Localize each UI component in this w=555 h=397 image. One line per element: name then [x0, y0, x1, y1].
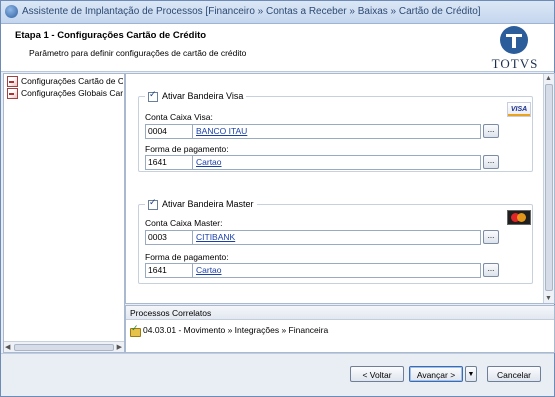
visa-checkbox-label: Ativar Bandeira Visa — [162, 91, 244, 101]
scroll-right-icon[interactable]: ▶ — [117, 343, 122, 351]
app-icon — [5, 5, 18, 18]
config-tree: Configurações Cartão de Crédito Configur… — [3, 73, 125, 353]
master-account-desc[interactable]: CITIBANK — [196, 231, 235, 244]
cancel-button[interactable]: Cancelar — [487, 366, 541, 382]
config-page-icon — [7, 76, 18, 87]
visa-payment-code[interactable]: 1641 — [146, 156, 193, 169]
tree-item-label: Configurações Globais Cartão — [21, 88, 123, 98]
scroll-up-icon[interactable]: ▲ — [545, 75, 552, 82]
visa-payment-label: Forma de pagamento: — [145, 144, 229, 154]
master-payment-lookup-button[interactable]: ... — [483, 263, 499, 277]
totvs-logo: TOTVS — [484, 26, 546, 71]
scroll-down-icon[interactable]: ▼ — [545, 295, 552, 302]
master-account-code[interactable]: 0003 — [146, 231, 193, 244]
master-payment-desc[interactable]: Cartao — [196, 264, 222, 277]
master-group: Ativar Bandeira Master Conta Caixa Maste… — [138, 198, 533, 284]
next-button[interactable]: Avançar > — [409, 366, 463, 382]
visa-checkbox[interactable] — [148, 90, 158, 102]
visa-account-field[interactable]: 0004 BANCO ITAU — [145, 124, 481, 139]
tree-item-label: Configurações Cartão de Crédito — [21, 76, 123, 86]
visa-account-lookup-button[interactable]: ... — [483, 124, 499, 138]
step-subtitle: Parâmetro para definir configurações de … — [29, 48, 247, 58]
visa-account-code[interactable]: 0004 — [146, 125, 193, 138]
related-processes-panel: Processos Correlatos 04.03.01 - Moviment… — [125, 305, 555, 353]
visa-group: Ativar Bandeira Visa VISA Conta Caixa Vi… — [138, 90, 533, 172]
scroll-thumb[interactable] — [545, 84, 553, 291]
master-payment-label: Forma de pagamento: — [145, 252, 229, 262]
next-dropdown-button[interactable]: ▼ — [465, 366, 477, 382]
wizard-footer: < Voltar Avançar > ▼ Cancelar — [1, 353, 554, 397]
related-process-label[interactable]: 04.03.01 - Movimento » Integrações » Fin… — [143, 325, 328, 335]
related-processes-header: Processos Correlatos — [126, 306, 554, 320]
master-account-label: Conta Caixa Master: — [145, 218, 223, 228]
back-button[interactable]: < Voltar — [350, 366, 404, 382]
horizontal-scrollbar[interactable]: ◀ ▶ — [4, 341, 124, 352]
tree-item-card-config[interactable]: Configurações Cartão de Crédito — [7, 76, 123, 87]
wizard-window: Assistente de Implantação de Processos [… — [0, 0, 555, 397]
related-process-item[interactable]: 04.03.01 - Movimento » Integrações » Fin… — [130, 324, 328, 337]
config-panel: Ativar Bandeira Visa VISA Conta Caixa Vi… — [125, 73, 555, 304]
vertical-scrollbar[interactable]: ▲ ▼ — [543, 74, 554, 303]
visa-payment-desc[interactable]: Cartao — [196, 156, 222, 169]
visa-account-label: Conta Caixa Visa: — [145, 112, 213, 122]
master-payment-field[interactable]: 1641 Cartao — [145, 263, 481, 278]
chevron-down-icon: ▼ — [467, 371, 475, 378]
visa-account-desc[interactable]: BANCO ITAU — [196, 125, 247, 138]
tree-item-global-config[interactable]: Configurações Globais Cartão — [7, 88, 123, 99]
scroll-left-icon[interactable]: ◀ — [5, 343, 10, 351]
logo-text: TOTVS — [491, 56, 539, 71]
master-account-field[interactable]: 0003 CITIBANK — [145, 230, 481, 245]
master-checkbox-row[interactable]: Ativar Bandeira Master — [145, 198, 257, 210]
visa-payment-lookup-button[interactable]: ... — [483, 155, 499, 169]
scroll-thumb[interactable] — [14, 344, 114, 351]
mastercard-icon — [507, 210, 531, 225]
visa-card-icon: VISA — [507, 102, 531, 117]
window-title: Assistente de Implantação de Processos [… — [22, 6, 481, 17]
config-page-icon — [7, 88, 18, 99]
master-payment-code[interactable]: 1641 — [146, 264, 193, 277]
master-checkbox[interactable] — [148, 198, 158, 210]
master-checkbox-label: Ativar Bandeira Master — [162, 199, 254, 209]
title-bar: Assistente de Implantação de Processos [… — [1, 1, 554, 24]
master-account-lookup-button[interactable]: ... — [483, 230, 499, 244]
step-title: Etapa 1 - Configurações Cartão de Crédit… — [15, 30, 207, 41]
visa-payment-field[interactable]: 1641 Cartao — [145, 155, 481, 170]
process-check-icon — [130, 324, 141, 337]
visa-checkbox-row[interactable]: Ativar Bandeira Visa — [145, 90, 247, 102]
wizard-header: Etapa 1 - Configurações Cartão de Crédit… — [1, 24, 554, 72]
